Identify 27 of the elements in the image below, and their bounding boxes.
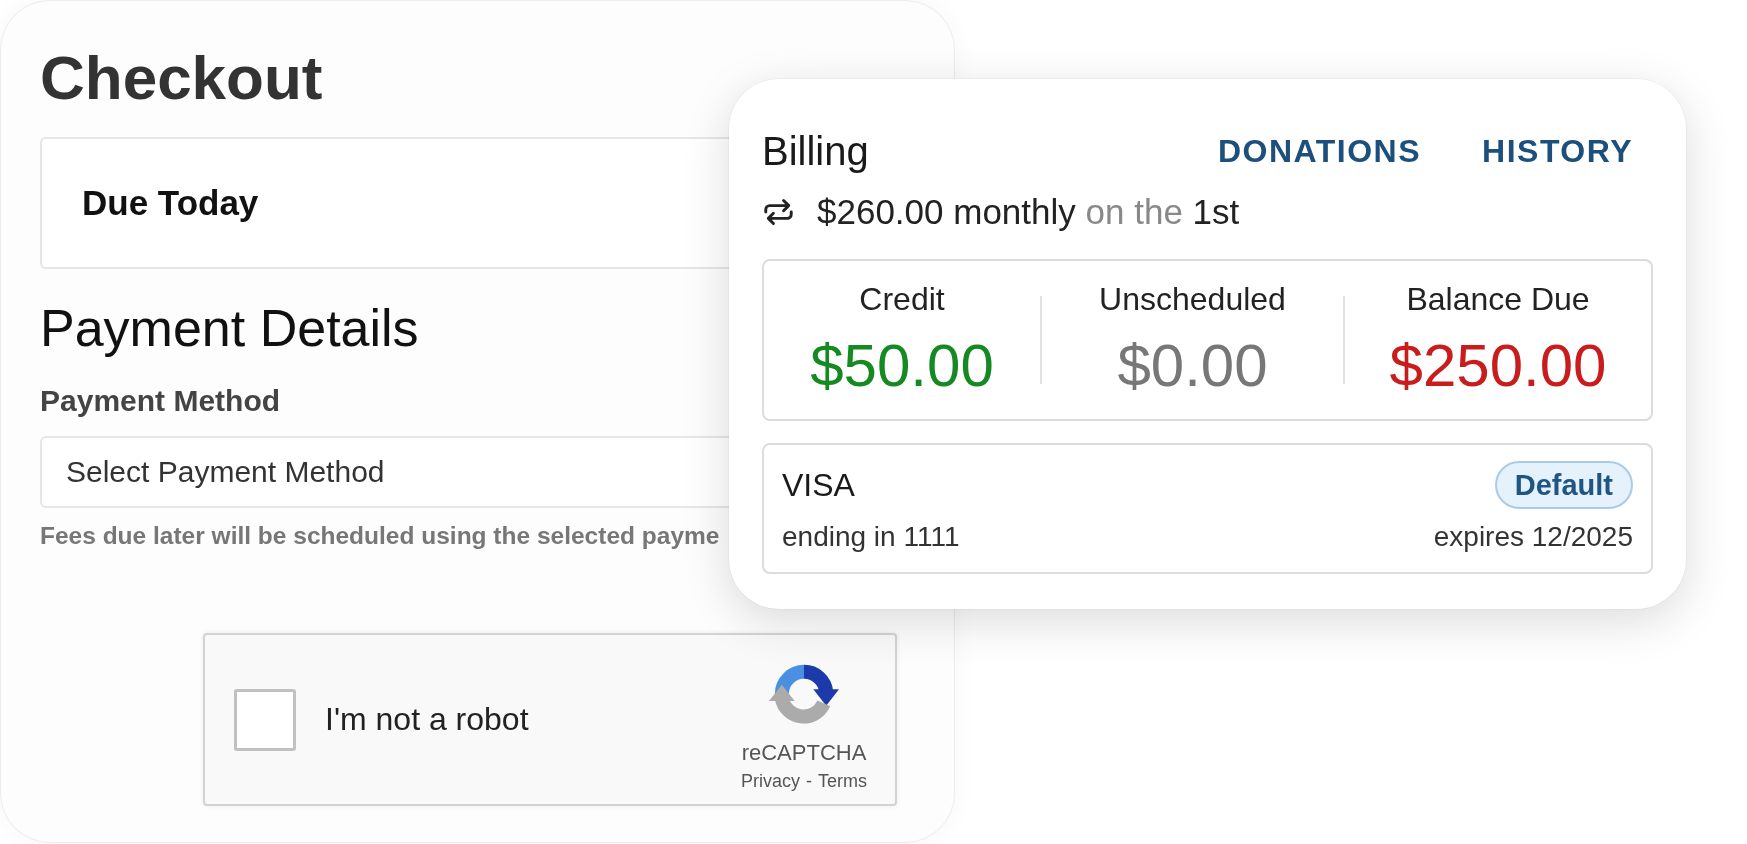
nav-link[interactable]: HISTORY	[1482, 127, 1633, 175]
card-ending-text: ending in 1111	[782, 520, 960, 554]
repeat-icon	[762, 198, 795, 226]
recaptcha-brand-text: reCAPTCHA	[741, 740, 867, 766]
summary-label: Credit	[859, 280, 945, 318]
payment-method-label: Payment Method	[40, 383, 281, 419]
privacy-link[interactable]: Privacy	[741, 770, 800, 792]
nav-link[interactable]: DONATIONS	[1217, 127, 1422, 175]
terms-link[interactable]: Terms	[818, 770, 867, 792]
help-text: Fees due later will be scheduled using the selected payme	[40, 521, 720, 551]
checkout-title: Checkout	[40, 42, 323, 114]
payment-method-select[interactable]: Select Payment Method	[40, 436, 730, 508]
summary-amount: $0.00	[1117, 332, 1268, 400]
separator-text: -	[806, 770, 812, 792]
card-expiry-text: expires 12/2025	[1433, 520, 1633, 554]
summary-amount: $50.00	[810, 332, 994, 400]
payment-details-heading: Payment Details	[40, 298, 419, 358]
captcha-checkbox[interactable]	[234, 688, 296, 751]
summary-amount: $250.00	[1389, 332, 1607, 400]
due-today-label: Due Today	[82, 183, 259, 223]
billing-title: Billing	[762, 128, 869, 175]
default-badge: Default	[1494, 461, 1633, 509]
summary-label: Unscheduled	[1099, 280, 1286, 318]
captcha-label: I'm not a robot	[325, 701, 530, 738]
summary-label: Balance Due	[1406, 280, 1590, 318]
card-brand-text: VISA	[782, 466, 855, 504]
schedule-text: $260.00 monthly on the 1st	[817, 191, 1240, 233]
